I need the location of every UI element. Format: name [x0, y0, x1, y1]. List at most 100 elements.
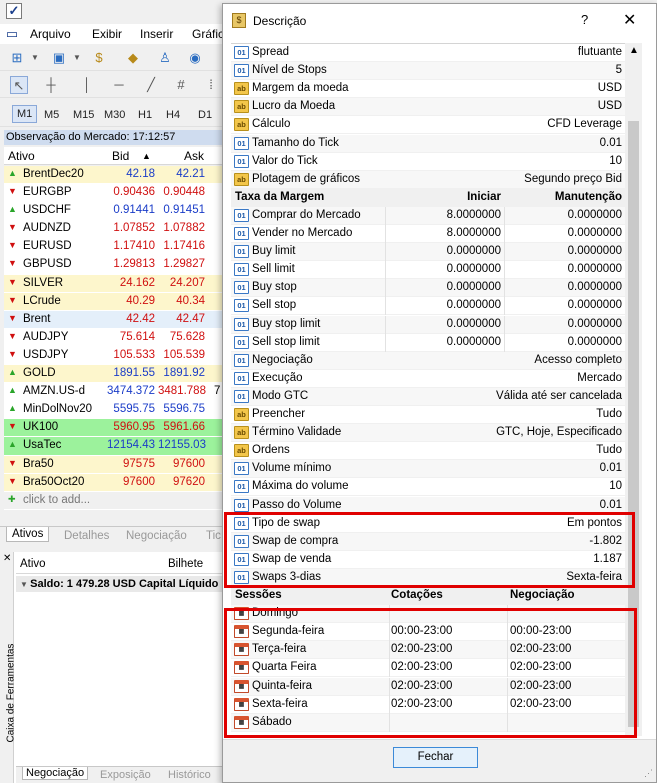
toolbox-tabs: Negociação Exposição Histórico: [16, 766, 222, 783]
tab-detalhes[interactable]: Detalhes: [64, 530, 109, 542]
navigator-icon[interactable]: ♙: [156, 49, 174, 67]
profiles-icon[interactable]: ▣: [50, 49, 68, 67]
ask-value: 1.29827: [163, 258, 205, 271]
margin-initial-value: 0.0000000: [446, 317, 501, 330]
tab-negociacao[interactable]: Negociação: [126, 530, 187, 542]
symbol-row[interactable]: ▲ AMZN.US-d 3474.372 3481.788 7: [4, 383, 222, 402]
numeric-field-icon: 01: [234, 46, 249, 59]
menu-inserir[interactable]: Inserir: [140, 27, 173, 41]
property-label: Lucro da Moeda: [252, 100, 336, 113]
symbol-row[interactable]: ▼ AUDJPY 75.614 75.628: [4, 328, 222, 347]
symbol-row[interactable]: ▼ LCrude 40.29 40.34: [4, 292, 222, 311]
numeric-field-icon: 01: [234, 263, 249, 277]
add-symbol-row[interactable]: ✚ click to add...: [4, 492, 222, 510]
symbol-row[interactable]: ▲ MinDolNov20 5595.75 5596.75: [4, 401, 222, 420]
property-value: Mercado: [577, 371, 622, 384]
add-icon: ✚: [8, 493, 16, 504]
property-label: Tamanho do Tick: [252, 136, 339, 149]
resize-grip-icon[interactable]: ⋰: [644, 768, 653, 779]
menu-arquivo[interactable]: Arquivo: [30, 27, 71, 41]
dialog-titlebar: $ Descrição ? ✕: [223, 4, 656, 37]
menu-exibir[interactable]: Exibir: [92, 27, 122, 41]
property-label: Passo do Volume: [252, 498, 342, 511]
timeframe-h4[interactable]: H4: [166, 109, 180, 121]
market-watch-icon[interactable]: $: [90, 49, 108, 67]
column-symbol[interactable]: Ativo: [8, 149, 35, 163]
symbol-row[interactable]: ▼ USDJPY 105.533 105.539: [4, 346, 222, 366]
column-divider: [507, 677, 508, 696]
bid-value: 24.162: [119, 276, 155, 289]
cursor-icon[interactable]: ↖: [10, 76, 28, 94]
symbol-row[interactable]: ▲ UsaTec 12154.43 12155.03: [4, 437, 222, 456]
column-asset[interactable]: Ativo: [20, 558, 46, 570]
close-icon[interactable]: ✕: [623, 10, 636, 30]
menu-grafico[interactable]: Gráfic: [192, 27, 224, 41]
dropdown-icon[interactable]: ▼: [68, 49, 86, 67]
bid-value: 40.29: [126, 294, 155, 307]
balance-text: Saldo: 1 479.28 USD Capital Líquido: [30, 578, 219, 590]
dropdown-icon[interactable]: ▼: [26, 49, 44, 67]
arrow-down-icon: ▼: [8, 330, 17, 341]
session-row: ▦ Sexta-feira 02:00-23:00 02:00-23:00: [231, 695, 625, 714]
scrollbar[interactable]: ▲: [625, 43, 642, 736]
new-chart-icon[interactable]: ⊞: [8, 49, 26, 67]
text-field-icon: ab: [234, 444, 249, 458]
numeric-field-icon: 01: [234, 227, 249, 240]
ask-value: 40.34: [176, 294, 205, 307]
symbol-row[interactable]: ▼ Bra50Oct20 97600 97620: [4, 473, 222, 492]
calendar-icon: ▦: [234, 625, 249, 639]
symbol-row[interactable]: ▲ GOLD 1891.55 1891.92: [4, 365, 222, 384]
horizontal-line-icon[interactable]: ─: [110, 76, 128, 94]
tab-historico[interactable]: Histórico: [168, 769, 211, 781]
text-icon[interactable]: ⁞: [202, 76, 220, 94]
timeframe-d1[interactable]: D1: [198, 109, 212, 121]
symbol-row[interactable]: ▼ EURGBP 0.90436 0.90448: [4, 184, 222, 203]
timeframe-m30[interactable]: M30: [104, 109, 125, 121]
standard-toolbar: ⊞ ▼ ▣ ▼ $ ◆ ♙ ◉: [0, 45, 230, 71]
add-symbol-label: click to add...: [23, 493, 91, 506]
scroll-up-icon[interactable]: ▲: [629, 45, 639, 56]
symbol-row[interactable]: ▼ GBPUSD 1.29813 1.29827: [4, 256, 222, 275]
symbol-row[interactable]: ▼ Brent 42.42 42.47: [4, 310, 222, 329]
calendar-icon: ▦: [234, 607, 249, 621]
property-row: 01 Tamanho do Tick 0.01: [231, 134, 625, 153]
property-row: 01 Spread flutuante: [231, 44, 625, 63]
symbol-row[interactable]: ▼ EURUSD 1.17410 1.17416: [4, 238, 222, 257]
close-icon[interactable]: ✕: [3, 553, 11, 564]
tab-negociacao-toolbox[interactable]: Negociação: [22, 767, 89, 780]
signals-icon[interactable]: ◉: [186, 49, 204, 67]
timeframe-m5[interactable]: M5: [44, 109, 59, 121]
symbol-row[interactable]: ▲ BrentDec20 42.18 42.21: [4, 166, 222, 185]
symbol-row[interactable]: ▼ SILVER 24.162 24.207: [4, 274, 222, 293]
fibonacci-icon[interactable]: #: [172, 76, 190, 94]
numeric-field-icon: 01: [234, 208, 249, 222]
help-button[interactable]: ?: [581, 12, 588, 27]
column-ticket[interactable]: Bilhete: [168, 558, 203, 570]
tab-exposicao[interactable]: Exposição: [100, 769, 151, 781]
column-ask[interactable]: Ask: [184, 149, 204, 163]
margin-maintenance-value: 0.0000000: [567, 245, 622, 258]
timeframe-m1[interactable]: M1: [12, 105, 38, 123]
crosshair-icon[interactable]: ┼: [42, 76, 60, 94]
column-bid[interactable]: Bid: [112, 149, 129, 163]
timeframe-h1[interactable]: H1: [138, 109, 152, 121]
symbol-row[interactable]: ▼ UK100 5960.95 5961.66: [4, 419, 222, 438]
symbol-name: UsaTec: [23, 439, 62, 452]
tab-ativos[interactable]: Ativos: [6, 527, 50, 542]
timeframe-m15[interactable]: M15: [73, 109, 94, 121]
symbol-row[interactable]: ▲ USDCHF 0.91441 0.91451: [4, 202, 222, 221]
vertical-line-icon[interactable]: │: [78, 76, 96, 94]
data-window-icon[interactable]: ◆: [124, 49, 142, 67]
tab-tick[interactable]: Tic: [206, 530, 221, 542]
property-value: Segundo preço Bid: [524, 172, 622, 185]
trendline-icon[interactable]: ╱: [142, 76, 160, 94]
symbol-row[interactable]: ▼ Bra50 97575 97600: [4, 455, 222, 474]
app-menu-icon[interactable]: ▭: [3, 25, 21, 43]
session-quotes: 02:00-23:00: [391, 697, 453, 710]
ask-value: 5961.66: [163, 421, 205, 434]
collapse-icon[interactable]: ▼: [20, 580, 30, 589]
symbol-row[interactable]: ▼ AUDNZD 1.07852 1.07882: [4, 220, 222, 239]
session-trading: 02:00-23:00: [510, 661, 572, 674]
close-button[interactable]: Fechar: [393, 747, 478, 768]
scroll-thumb[interactable]: [628, 121, 639, 727]
